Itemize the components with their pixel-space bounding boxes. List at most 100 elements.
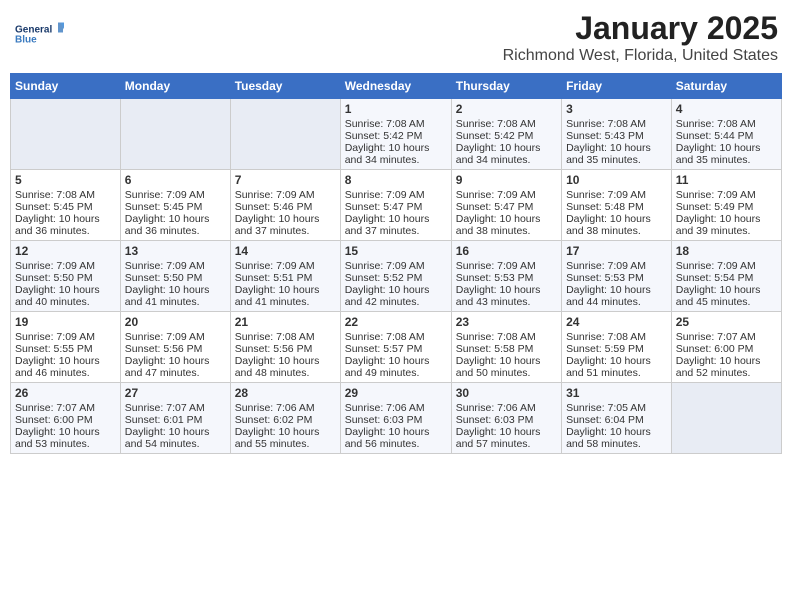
day-number: 5 bbox=[15, 173, 116, 187]
day-info: Sunrise: 7:08 AM bbox=[676, 118, 777, 130]
day-info: Sunrise: 7:09 AM bbox=[125, 331, 226, 343]
day-info: and 35 minutes. bbox=[566, 154, 667, 166]
day-info: Daylight: 10 hours bbox=[456, 426, 557, 438]
day-info: Sunset: 5:47 PM bbox=[345, 201, 447, 213]
weekday-header-wednesday: Wednesday bbox=[340, 74, 451, 99]
day-info: Sunset: 5:59 PM bbox=[566, 343, 667, 355]
day-number: 6 bbox=[125, 173, 226, 187]
day-number: 29 bbox=[345, 386, 447, 400]
calendar-cell: 16Sunrise: 7:09 AMSunset: 5:53 PMDayligh… bbox=[451, 241, 561, 312]
day-number: 15 bbox=[345, 244, 447, 258]
day-info: Sunset: 5:45 PM bbox=[15, 201, 116, 213]
day-info: Daylight: 10 hours bbox=[235, 426, 336, 438]
day-info: and 55 minutes. bbox=[235, 438, 336, 450]
day-info: Sunset: 5:45 PM bbox=[125, 201, 226, 213]
day-info: Sunrise: 7:06 AM bbox=[456, 402, 557, 414]
day-info: Sunrise: 7:08 AM bbox=[566, 118, 667, 130]
day-info: Sunset: 5:50 PM bbox=[15, 272, 116, 284]
day-info: and 52 minutes. bbox=[676, 367, 777, 379]
day-number: 11 bbox=[676, 173, 777, 187]
day-info: and 44 minutes. bbox=[566, 296, 667, 308]
day-info: and 37 minutes. bbox=[235, 225, 336, 237]
calendar-week-2: 5Sunrise: 7:08 AMSunset: 5:45 PMDaylight… bbox=[11, 170, 782, 241]
day-number: 28 bbox=[235, 386, 336, 400]
day-number: 1 bbox=[345, 102, 447, 116]
day-info: and 41 minutes. bbox=[125, 296, 226, 308]
day-info: Daylight: 10 hours bbox=[676, 213, 777, 225]
day-info: Sunrise: 7:09 AM bbox=[125, 260, 226, 272]
day-info: Sunrise: 7:07 AM bbox=[676, 331, 777, 343]
calendar-cell bbox=[11, 99, 121, 170]
calendar-cell: 26Sunrise: 7:07 AMSunset: 6:00 PMDayligh… bbox=[11, 383, 121, 454]
calendar-cell: 28Sunrise: 7:06 AMSunset: 6:02 PMDayligh… bbox=[230, 383, 340, 454]
page-header: General Blue January 2025 Richmond West,… bbox=[10, 10, 782, 65]
day-info: and 50 minutes. bbox=[456, 367, 557, 379]
weekday-header-thursday: Thursday bbox=[451, 74, 561, 99]
day-info: Daylight: 10 hours bbox=[456, 284, 557, 296]
day-number: 25 bbox=[676, 315, 777, 329]
day-info: Sunset: 5:47 PM bbox=[456, 201, 557, 213]
calendar-table: SundayMondayTuesdayWednesdayThursdayFrid… bbox=[10, 73, 782, 454]
calendar-cell: 27Sunrise: 7:07 AMSunset: 6:01 PMDayligh… bbox=[120, 383, 230, 454]
day-number: 21 bbox=[235, 315, 336, 329]
calendar-week-1: 1Sunrise: 7:08 AMSunset: 5:42 PMDaylight… bbox=[11, 99, 782, 170]
calendar-cell: 1Sunrise: 7:08 AMSunset: 5:42 PMDaylight… bbox=[340, 99, 451, 170]
day-info: Sunrise: 7:07 AM bbox=[15, 402, 116, 414]
day-number: 17 bbox=[566, 244, 667, 258]
day-info: and 37 minutes. bbox=[345, 225, 447, 237]
calendar-cell: 13Sunrise: 7:09 AMSunset: 5:50 PMDayligh… bbox=[120, 241, 230, 312]
day-info: Daylight: 10 hours bbox=[125, 426, 226, 438]
calendar-cell: 21Sunrise: 7:08 AMSunset: 5:56 PMDayligh… bbox=[230, 312, 340, 383]
calendar-cell: 4Sunrise: 7:08 AMSunset: 5:44 PMDaylight… bbox=[671, 99, 781, 170]
calendar-week-3: 12Sunrise: 7:09 AMSunset: 5:50 PMDayligh… bbox=[11, 241, 782, 312]
day-info: Sunset: 6:03 PM bbox=[345, 414, 447, 426]
day-info: Sunset: 5:42 PM bbox=[456, 130, 557, 142]
day-info: Sunset: 5:53 PM bbox=[566, 272, 667, 284]
day-info: Daylight: 10 hours bbox=[566, 213, 667, 225]
day-number: 24 bbox=[566, 315, 667, 329]
calendar-cell: 9Sunrise: 7:09 AMSunset: 5:47 PMDaylight… bbox=[451, 170, 561, 241]
day-info: Daylight: 10 hours bbox=[456, 142, 557, 154]
svg-text:Blue: Blue bbox=[15, 35, 37, 46]
day-info: Sunset: 5:58 PM bbox=[456, 343, 557, 355]
day-info: Sunrise: 7:08 AM bbox=[456, 118, 557, 130]
day-info: Sunset: 5:50 PM bbox=[125, 272, 226, 284]
day-number: 4 bbox=[676, 102, 777, 116]
day-info: Daylight: 10 hours bbox=[345, 355, 447, 367]
day-info: and 38 minutes. bbox=[566, 225, 667, 237]
day-info: Sunrise: 7:09 AM bbox=[345, 260, 447, 272]
day-info: Sunset: 6:01 PM bbox=[125, 414, 226, 426]
day-info: and 46 minutes. bbox=[15, 367, 116, 379]
day-info: Daylight: 10 hours bbox=[235, 213, 336, 225]
day-info: Sunrise: 7:09 AM bbox=[456, 260, 557, 272]
day-info: Sunset: 5:44 PM bbox=[676, 130, 777, 142]
day-info: Sunrise: 7:09 AM bbox=[15, 260, 116, 272]
day-info: and 41 minutes. bbox=[235, 296, 336, 308]
day-info: and 56 minutes. bbox=[345, 438, 447, 450]
title-block: January 2025 Richmond West, Florida, Uni… bbox=[503, 10, 778, 65]
day-info: Sunset: 5:51 PM bbox=[235, 272, 336, 284]
location-subtitle: Richmond West, Florida, United States bbox=[503, 47, 778, 65]
calendar-cell: 24Sunrise: 7:08 AMSunset: 5:59 PMDayligh… bbox=[562, 312, 672, 383]
calendar-cell bbox=[230, 99, 340, 170]
day-number: 9 bbox=[456, 173, 557, 187]
day-info: and 58 minutes. bbox=[566, 438, 667, 450]
day-info: Daylight: 10 hours bbox=[15, 284, 116, 296]
day-info: Daylight: 10 hours bbox=[676, 355, 777, 367]
day-info: Sunset: 5:46 PM bbox=[235, 201, 336, 213]
calendar-cell: 29Sunrise: 7:06 AMSunset: 6:03 PMDayligh… bbox=[340, 383, 451, 454]
calendar-cell bbox=[671, 383, 781, 454]
day-info: and 53 minutes. bbox=[15, 438, 116, 450]
day-info: and 49 minutes. bbox=[345, 367, 447, 379]
day-number: 13 bbox=[125, 244, 226, 258]
day-info: Sunrise: 7:08 AM bbox=[345, 118, 447, 130]
day-info: and 48 minutes. bbox=[235, 367, 336, 379]
day-number: 7 bbox=[235, 173, 336, 187]
weekday-header-friday: Friday bbox=[562, 74, 672, 99]
calendar-cell: 19Sunrise: 7:09 AMSunset: 5:55 PMDayligh… bbox=[11, 312, 121, 383]
day-number: 20 bbox=[125, 315, 226, 329]
calendar-cell: 3Sunrise: 7:08 AMSunset: 5:43 PMDaylight… bbox=[562, 99, 672, 170]
calendar-cell: 31Sunrise: 7:05 AMSunset: 6:04 PMDayligh… bbox=[562, 383, 672, 454]
day-info: Sunrise: 7:09 AM bbox=[345, 189, 447, 201]
day-info: Daylight: 10 hours bbox=[15, 355, 116, 367]
